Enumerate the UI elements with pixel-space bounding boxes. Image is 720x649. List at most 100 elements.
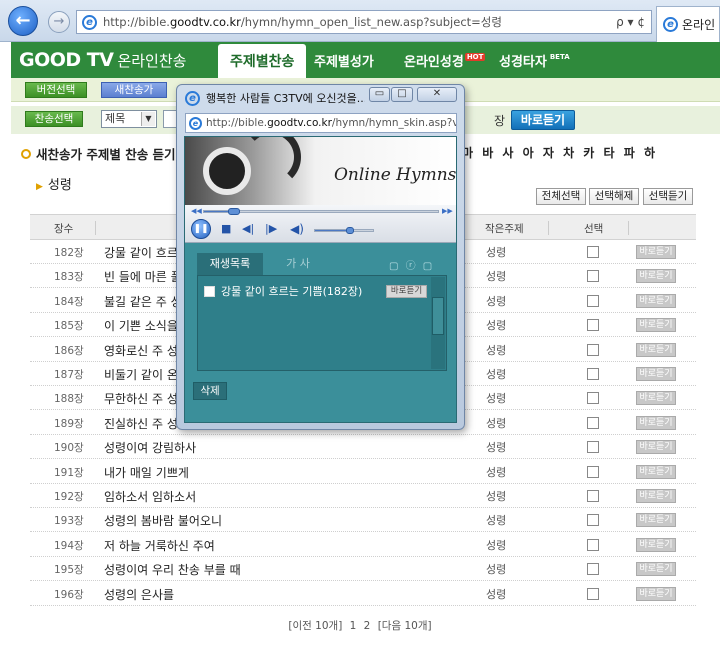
volume-icon[interactable]: ◀) bbox=[290, 222, 304, 236]
row-checkbox[interactable] bbox=[587, 270, 599, 283]
row-listen-button[interactable]: 바로듣기 bbox=[636, 342, 676, 357]
row-checkbox[interactable] bbox=[587, 246, 599, 258]
row-listen-button[interactable]: 바로듣기 bbox=[636, 269, 676, 284]
hymn-number: 192장 bbox=[54, 491, 84, 503]
playlist-mode-icons[interactable]: ▢ ⓡ ▢ bbox=[389, 257, 434, 272]
stop-icon[interactable]: ■ bbox=[221, 222, 231, 235]
menu-online-bible[interactable]: 온라인성경 HOT bbox=[404, 51, 486, 70]
scroll-thumb[interactable] bbox=[432, 297, 444, 335]
row-listen-button[interactable]: 바로듣기 bbox=[636, 489, 676, 503]
hymn-title-link[interactable]: 무한하신 주 성 bbox=[104, 390, 178, 407]
popup-address-bar[interactable]: e http://bible.goodtv.co.kr/hymn/hymn_sk… bbox=[185, 113, 457, 133]
row-checkbox[interactable] bbox=[587, 392, 599, 405]
volume-handle[interactable] bbox=[345, 227, 354, 234]
prev-page-link[interactable]: [이전 10개] bbox=[288, 620, 342, 632]
popup-titlebar[interactable]: e 행복한 사람들 C3TV에 오신것을... bbox=[185, 90, 365, 106]
pause-button[interactable]: ❚❚ bbox=[191, 219, 211, 239]
tab-lyrics[interactable]: 가 사 bbox=[263, 253, 333, 275]
menu-topic-anthems[interactable]: 주제별성가 bbox=[314, 51, 374, 70]
row-checkbox[interactable] bbox=[587, 368, 599, 380]
row-listen-button[interactable]: 바로듣기 bbox=[636, 562, 676, 577]
hymn-title-link[interactable]: 성령이여 우리 찬송 부를 때 bbox=[104, 561, 241, 578]
row-listen-button[interactable]: 바로듣기 bbox=[636, 318, 676, 333]
row-listen-button[interactable]: 바로듣기 bbox=[636, 245, 676, 259]
rewind-icon[interactable]: ◀◀ bbox=[191, 207, 202, 215]
menu-bible-typing[interactable]: 성경타자 BETA bbox=[499, 51, 572, 70]
row-listen-button[interactable]: 바로듣기 bbox=[636, 415, 676, 430]
row-checkbox[interactable] bbox=[587, 441, 599, 454]
back-arrow-icon[interactable]: ← bbox=[8, 6, 38, 36]
minimize-button[interactable]: ▭ bbox=[369, 87, 390, 102]
hymn-title-link[interactable]: 빈 들에 마른 풀 bbox=[104, 268, 182, 285]
delete-button[interactable]: 삭제 bbox=[193, 382, 227, 400]
row-listen-button[interactable]: 바로듣기 bbox=[636, 513, 676, 528]
playlist-item[interactable]: 강물 같이 흐르는 기쁨(182장) 바로듣기 bbox=[204, 282, 430, 300]
hymn-title-link[interactable]: 비둘기 같이 온 bbox=[104, 366, 178, 383]
hymn-title-link[interactable]: 성령의 은사를 bbox=[104, 586, 174, 603]
hymn-title-link[interactable]: 내가 매일 기쁘게 bbox=[104, 464, 189, 481]
deselect-button[interactable]: 선택해제 bbox=[589, 188, 639, 205]
row-listen-button[interactable]: 바로듣기 bbox=[636, 464, 676, 479]
address-bar[interactable]: e http://bible.goodtv.co.kr/hymn/hymn_op… bbox=[76, 10, 652, 34]
row-listen-button[interactable]: 바로듣기 bbox=[636, 586, 676, 601]
row-checkbox[interactable] bbox=[587, 465, 599, 478]
playlist-item-listen-button[interactable]: 바로듣기 bbox=[386, 285, 427, 298]
forward-arrow-icon[interactable]: → bbox=[48, 11, 70, 33]
row-listen-button[interactable]: 바로듣기 bbox=[636, 293, 676, 308]
close-button[interactable]: ✕ bbox=[417, 87, 457, 102]
table-row: 191장 내가 매일 기쁘게 성령 바로듣기 bbox=[30, 460, 696, 484]
address-url[interactable]: http://bible.goodtv.co.kr/hymn/hymn_open… bbox=[103, 14, 610, 30]
row-listen-button[interactable]: 바로듣기 bbox=[636, 367, 676, 381]
header-select: 선택 bbox=[584, 223, 604, 235]
row-checkbox[interactable] bbox=[587, 294, 599, 307]
hymn-select-button[interactable]: 찬송선택 bbox=[25, 111, 83, 127]
hymn-title-link[interactable]: 영화로신 주 성 bbox=[104, 342, 178, 359]
new-hymnal-button[interactable]: 새찬송가 bbox=[101, 82, 167, 98]
hymn-title-link[interactable]: 성령이여 강림하사 bbox=[104, 439, 196, 456]
row-checkbox[interactable] bbox=[587, 587, 599, 600]
row-listen-button[interactable]: 바로듣기 bbox=[636, 391, 676, 406]
seek-handle[interactable] bbox=[228, 208, 241, 215]
row-listen-button[interactable]: 바로듣기 bbox=[636, 440, 676, 455]
page-link[interactable]: 1 bbox=[350, 620, 357, 632]
hymn-title-link[interactable]: 성령의 봄바람 불어오니 bbox=[104, 512, 222, 529]
browser-tab[interactable]: e 온라인 bbox=[656, 6, 720, 42]
next-track-icon[interactable]: |▶ bbox=[265, 222, 277, 235]
fast-forward-icon[interactable]: ▶▶ bbox=[442, 207, 453, 215]
hymn-title-link[interactable]: 저 하늘 거룩하신 주여 bbox=[104, 537, 215, 554]
ie-icon: e bbox=[189, 116, 202, 130]
hymn-title-link[interactable]: 임하소서 임하소서 bbox=[104, 488, 196, 505]
row-checkbox[interactable] bbox=[587, 514, 599, 527]
search-refresh-icons[interactable]: ρ ▾ ¢ bbox=[610, 15, 651, 29]
page-link[interactable]: 2 bbox=[364, 620, 371, 632]
playlist-scrollbar[interactable] bbox=[431, 277, 445, 369]
row-checkbox[interactable] bbox=[587, 563, 599, 576]
select-all-button[interactable]: 전체선택 bbox=[536, 188, 586, 205]
next-page-link[interactable]: [다음 10개] bbox=[378, 620, 432, 632]
version-select-button[interactable]: 버전선택 bbox=[25, 82, 87, 98]
volume-slider[interactable] bbox=[314, 227, 374, 234]
row-listen-button[interactable]: 바로듣기 bbox=[636, 537, 676, 552]
row-checkbox[interactable] bbox=[587, 538, 599, 551]
menu-topic-hymns[interactable]: 주제별찬송 bbox=[218, 44, 307, 78]
seek-bar[interactable] bbox=[203, 208, 439, 215]
consonant-index[interactable]: 마 바 사 아 자 차 카 타 파 하 bbox=[462, 144, 655, 161]
row-checkbox[interactable] bbox=[587, 343, 599, 356]
volume-level bbox=[315, 230, 350, 231]
hymn-title-link[interactable]: 강물 같이 흐르 bbox=[104, 244, 178, 261]
hymn-title-link[interactable]: 불길 같은 주 성 bbox=[104, 293, 182, 310]
site-logo[interactable]: GOOD TV 온라인찬송 bbox=[19, 49, 186, 71]
previous-track-icon[interactable]: ◀| bbox=[242, 222, 254, 235]
hymn-title-link[interactable]: 이 기쁜 소식을 bbox=[104, 317, 178, 334]
go-listen-button[interactable]: 바로듣기 bbox=[511, 110, 575, 130]
playlist-item-checkbox[interactable] bbox=[204, 285, 215, 297]
listen-selected-button[interactable]: 선택듣기 bbox=[643, 188, 693, 205]
hymn-title-link[interactable]: 진실하신 주 성 bbox=[104, 415, 178, 432]
maximize-button[interactable]: □ bbox=[391, 87, 413, 102]
row-checkbox[interactable] bbox=[587, 490, 599, 502]
row-checkbox[interactable] bbox=[587, 416, 599, 429]
row-checkbox[interactable] bbox=[587, 319, 599, 332]
hymn-subtopic: 성령 bbox=[486, 538, 507, 552]
field-select[interactable]: 제목 ▼ bbox=[101, 110, 157, 128]
tab-playlist[interactable]: 재생목록 bbox=[197, 253, 263, 275]
